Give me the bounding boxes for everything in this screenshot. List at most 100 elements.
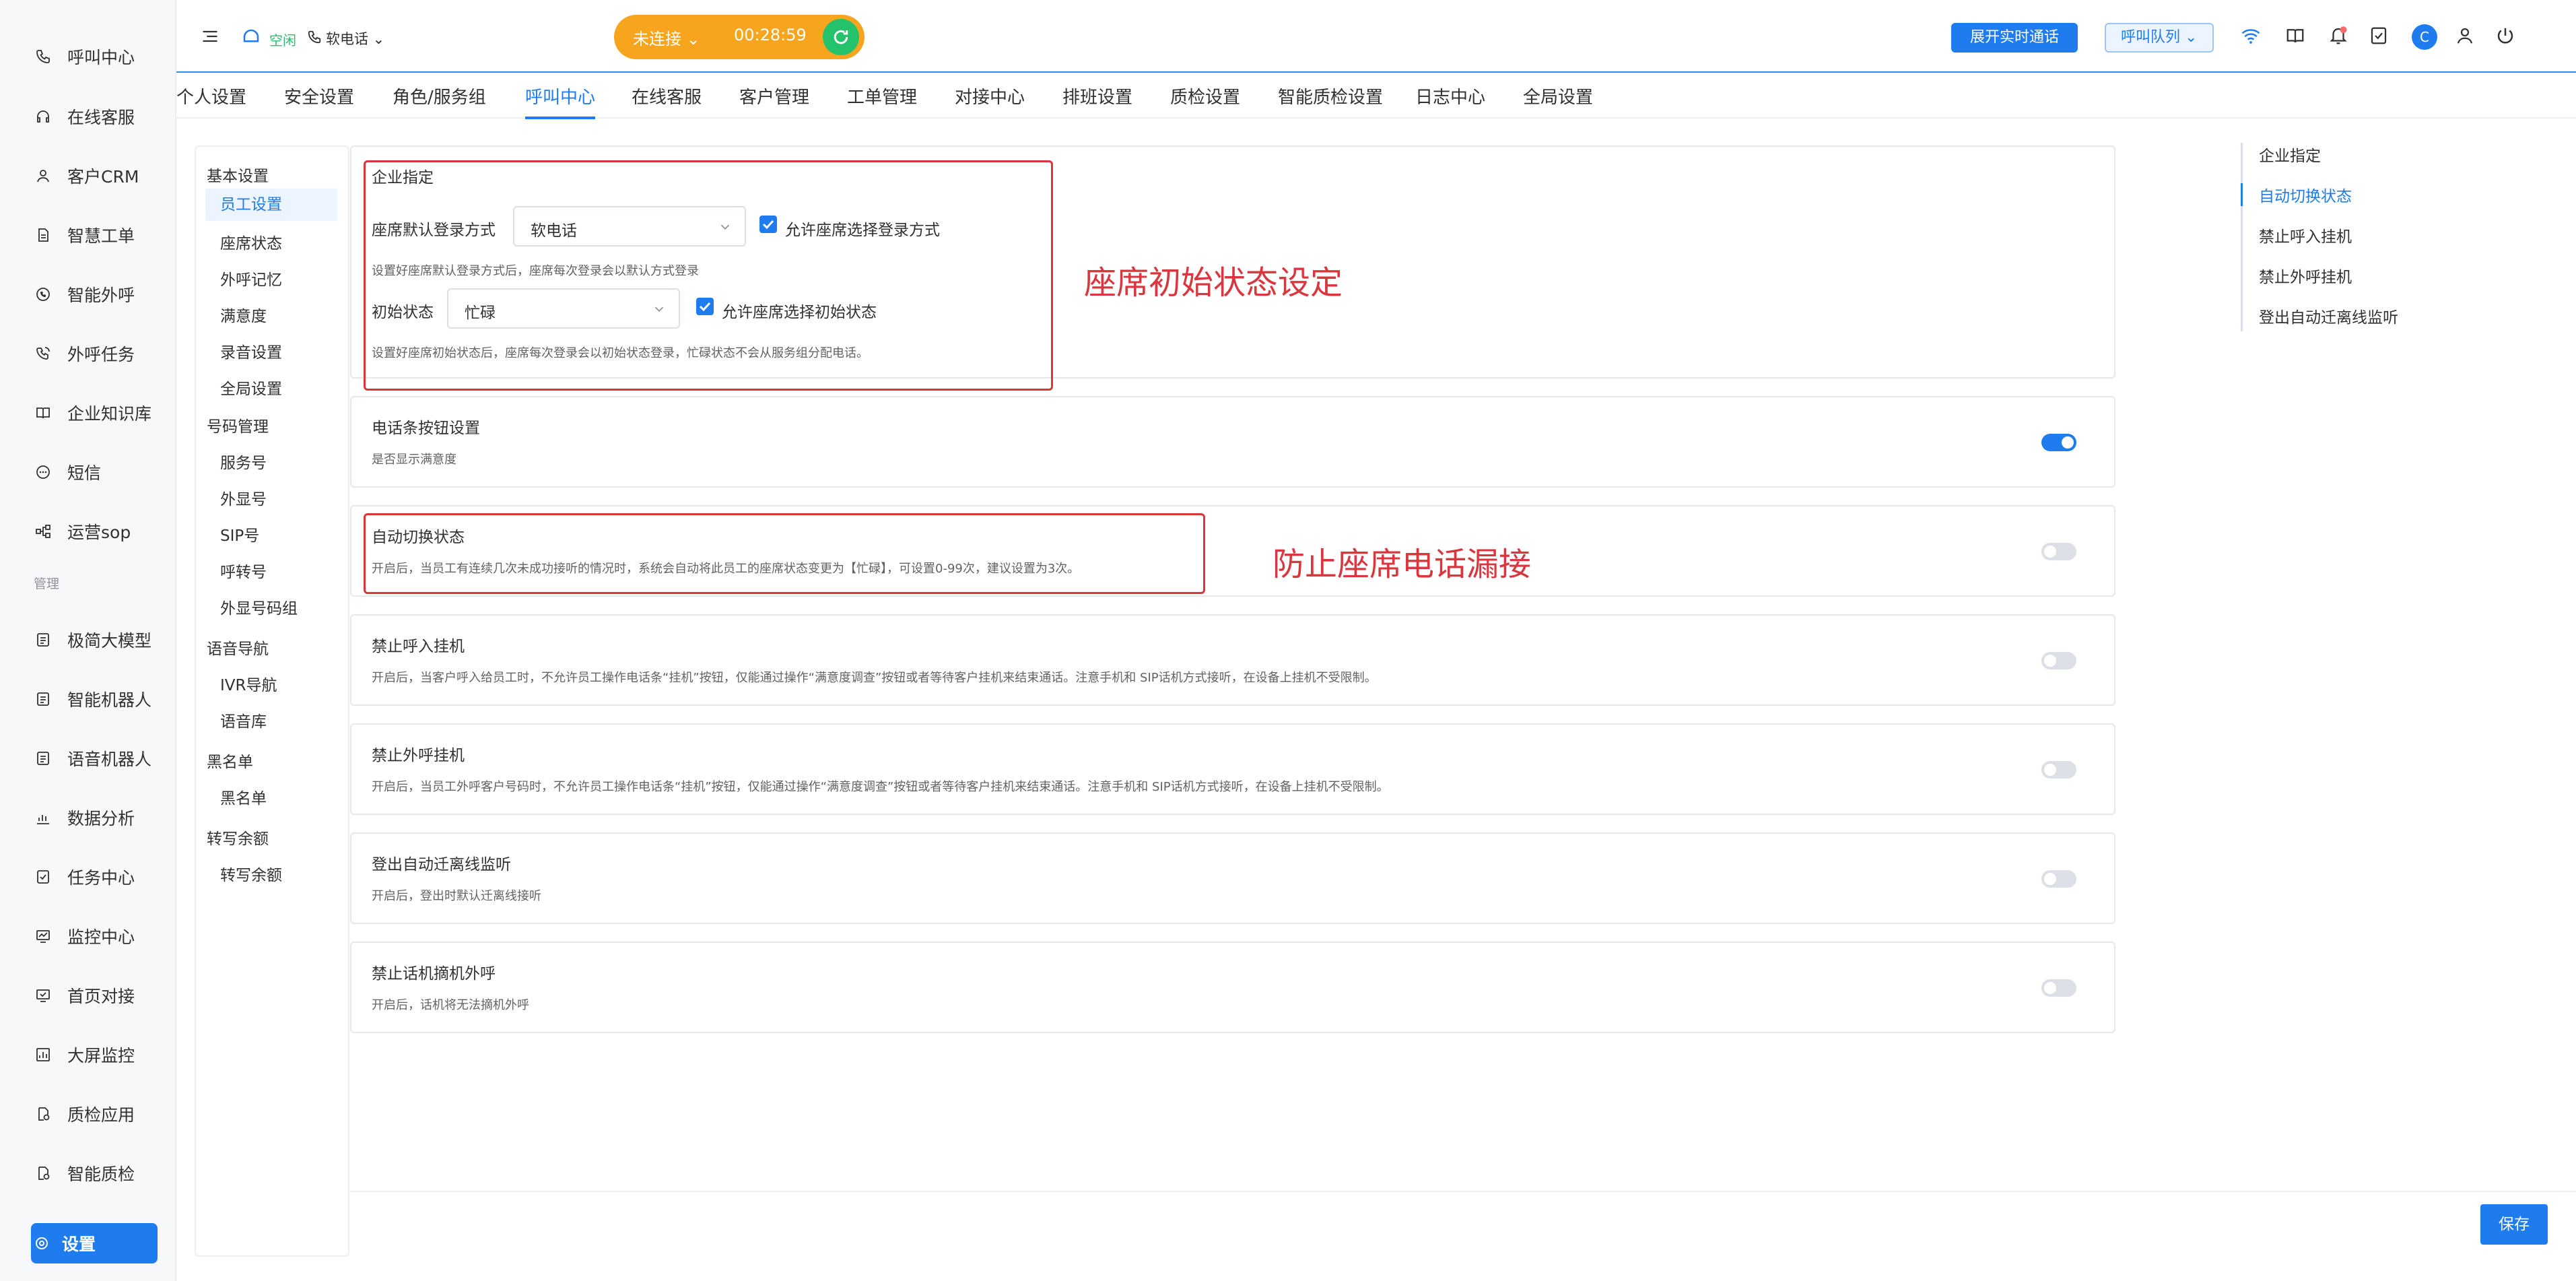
nav-item-knowledge-base[interactable]: 企业知识库 [0, 389, 175, 436]
agent-status-label[interactable]: 空闲 [269, 30, 296, 49]
menu-collapse-icon[interactable] [201, 27, 219, 46]
submenu-item-seat-status[interactable]: 座席状态 [220, 230, 282, 253]
submenu-item-staff[interactable]: 员工设置 [205, 189, 337, 221]
submenu-item-voice-library[interactable]: 语音库 [220, 709, 267, 731]
tab-logs[interactable]: 日志中心 [1415, 84, 1485, 108]
nav-item-label: 运营sop [67, 523, 131, 542]
nav-item-work-order[interactable]: 智慧工单 [0, 211, 175, 259]
nav-item-label: 大屏监控 [67, 1046, 135, 1065]
phone-mode-select[interactable]: 软电话 ⌄ [326, 28, 384, 48]
phone-bar-button-switch[interactable] [2041, 434, 2076, 451]
forbid-offhook-dial-card: 禁止话机摘机外呼 开启后，话机将无法摘机外呼 [350, 942, 2115, 1033]
power-icon[interactable] [2495, 26, 2515, 46]
book-open-icon[interactable] [2285, 26, 2305, 46]
notification-icon[interactable] [2328, 26, 2348, 46]
forbid-outbound-hangup-switch[interactable] [2041, 761, 2076, 779]
nav-item-outbound-task[interactable]: 外呼任务 [0, 330, 175, 377]
open-realtime-call-button[interactable]: 展开实时通话 [1951, 23, 2078, 53]
submenu-item-blacklist[interactable]: 黑名单 [220, 785, 267, 808]
task-list-icon[interactable] [2369, 26, 2389, 46]
screen-icon [36, 1048, 50, 1061]
document-icon [38, 228, 48, 242]
tab-customer[interactable]: 客户管理 [739, 84, 809, 108]
tab-schedule[interactable]: 排班设置 [1062, 84, 1132, 108]
nav-item-robot[interactable]: 智能机器人 [0, 676, 175, 723]
nav-item-crm[interactable]: 客户CRM [0, 152, 175, 199]
card-title: 登出自动迁离线监听 [372, 856, 511, 874]
submenu-item-recording[interactable]: 录音设置 [220, 339, 282, 362]
submenu-group-title: 号码管理 [207, 418, 269, 436]
smart-check-icon [38, 1167, 50, 1180]
chart-icon [37, 815, 49, 824]
anchor-item[interactable]: 企业指定 [2259, 143, 2321, 166]
nav-item-label: 智能机器人 [67, 690, 152, 710]
submenu-item-display-group[interactable]: 外显号码组 [220, 595, 298, 618]
nav-item-smart-check[interactable]: 智能质检 [0, 1150, 175, 1197]
nav-item-model[interactable]: 极简大模型 [0, 616, 175, 663]
nav-item-label: 外呼任务 [67, 345, 135, 364]
nav-item-label: 首页对接 [67, 987, 135, 1006]
submenu-item-satisfaction[interactable]: 满意度 [220, 303, 267, 326]
nav-item-analytics[interactable]: 数据分析 [0, 794, 175, 841]
avatar[interactable]: C [2412, 24, 2437, 50]
anchor-item[interactable]: 登出自动迁离线监听 [2259, 304, 2398, 327]
nav-item-smart-outbound[interactable]: 智能外呼 [0, 271, 175, 318]
annotation-missed-call: 防止座席电话漏接 [1273, 546, 1532, 583]
call-status-button[interactable] [823, 19, 859, 55]
nav-item-call-center[interactable]: 呼叫中心 [0, 33, 175, 80]
submenu-item-forward[interactable]: 呼转号 [220, 559, 267, 582]
forbid-offhook-dial-switch[interactable] [2041, 979, 2076, 997]
forbid-outbound-hangup-card: 禁止外呼挂机 开启后，当员工外呼客户号码时，不允许员工操作电话条“挂机”按钮，仅… [350, 723, 2115, 815]
tab-personal[interactable]: 个人设置 [176, 84, 246, 108]
phone-mode-icon [308, 30, 321, 44]
wifi-icon[interactable] [2241, 26, 2261, 46]
nav-item-home-link[interactable]: 首页对接 [0, 972, 175, 1019]
connection-status-pill[interactable]: 未连接 ⌄ 00:28:59 [614, 15, 865, 59]
robot-icon [37, 692, 49, 706]
tab-roles[interactable]: 角色/服务组 [393, 84, 486, 108]
card-title: 禁止呼入挂机 [372, 638, 465, 655]
nav-item-monitor[interactable]: 监控中心 [0, 913, 175, 960]
nav-item-label: 智能质检 [67, 1164, 135, 1184]
call-timer: 00:28:59 [734, 26, 807, 44]
submenu-item-global[interactable]: 全局设置 [220, 376, 282, 399]
anchor-item[interactable]: 禁止呼入挂机 [2259, 224, 2352, 247]
nav-item-sms[interactable]: 短信 [0, 449, 175, 496]
submenu-group-title: 基本设置 [207, 168, 269, 185]
nav-item-sop[interactable]: 运营sop [0, 508, 175, 555]
nav-item-check-app[interactable]: 质检应用 [0, 1090, 175, 1138]
tab-global[interactable]: 全局设置 [1523, 84, 1593, 108]
user-profile-icon[interactable] [2455, 26, 2475, 46]
book-icon [36, 407, 50, 419]
forbid-inbound-hangup-switch[interactable] [2041, 652, 2076, 669]
logout-offline-listen-switch[interactable] [2041, 870, 2076, 888]
call-queue-select[interactable]: 呼叫队列 ⌄ [2105, 23, 2214, 53]
nav-item-big-screen[interactable]: 大屏监控 [0, 1031, 175, 1078]
tab-call-center[interactable]: 呼叫中心 [525, 84, 596, 119]
settings-tabs: 个人设置 安全设置 角色/服务组 呼叫中心 在线客服 客户管理 工单管理 对接中… [176, 73, 2576, 119]
anchor-item[interactable]: 禁止外呼挂机 [2259, 264, 2352, 287]
submenu-item-outbound-memory[interactable]: 外呼记忆 [220, 267, 282, 290]
anchor-item[interactable]: 自动切换状态 [2259, 183, 2352, 206]
user-icon [37, 170, 49, 183]
forbid-inbound-hangup-card: 禁止呼入挂机 开启后，当客户呼入给员工时，不允许员工操作电话条“挂机”按钮，仅能… [350, 614, 2115, 706]
nav-item-task-center[interactable]: 任务中心 [0, 853, 175, 900]
submenu-item-transcribe-balance[interactable]: 转写余额 [220, 862, 282, 885]
submenu-item-sip[interactable]: SIP号 [220, 523, 259, 546]
save-button[interactable]: 保存 [2480, 1204, 2548, 1245]
nav-item-settings[interactable]: 设置 [31, 1223, 158, 1263]
tab-integration[interactable]: 对接中心 [955, 84, 1025, 108]
nav-item-voice-robot[interactable]: 语音机器人 [0, 735, 175, 782]
submenu-item-ivr[interactable]: IVR导航 [220, 672, 277, 695]
card-title: 电话条按钮设置 [372, 420, 480, 437]
tab-quality[interactable]: 质检设置 [1170, 84, 1240, 108]
nav-item-online-service[interactable]: 在线客服 [0, 93, 175, 140]
submenu-item-display-number[interactable]: 外显号 [220, 486, 267, 509]
submenu-item-service-number[interactable]: 服务号 [220, 450, 267, 473]
tab-security[interactable]: 安全设置 [284, 84, 354, 108]
tab-work-order[interactable]: 工单管理 [847, 84, 917, 108]
nav-item-label: 监控中心 [67, 927, 135, 947]
auto-switch-status-switch[interactable] [2041, 543, 2076, 560]
tab-online-service[interactable]: 在线客服 [632, 84, 702, 108]
tab-smart-quality[interactable]: 智能质检设置 [1278, 84, 1383, 108]
